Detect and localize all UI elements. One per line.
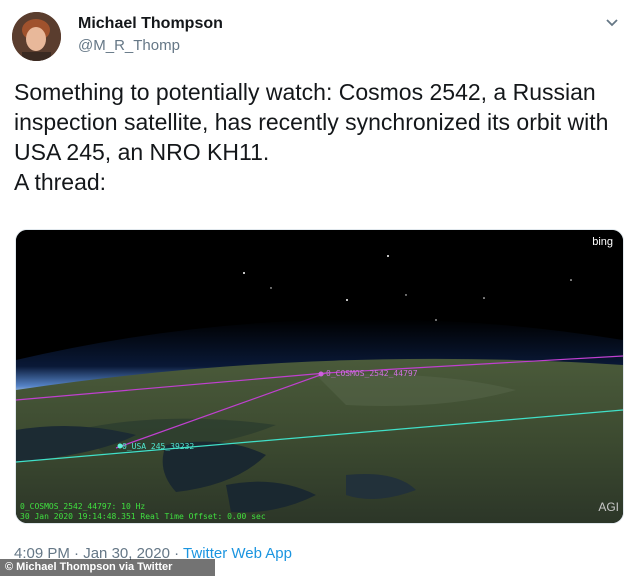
status-line-1: 0_COSMOS_2542_44797: 10 Hz bbox=[20, 502, 146, 511]
status-line-2: 30 Jan 2020 19:14:48.351 Real Time Offse… bbox=[20, 512, 266, 521]
bing-watermark: bing bbox=[592, 236, 613, 248]
usa-label: 0_USA_245_39232 bbox=[122, 442, 195, 451]
agi-logo: AGI bbox=[598, 500, 619, 514]
cosmos-label: 0_COSMOS_2542_44797 bbox=[326, 369, 418, 378]
tweet-media-image[interactable]: bing 0_COSMOS_2542_44797 0_USA_245_39232… bbox=[15, 229, 624, 524]
author-handle[interactable]: @M_R_Thomp bbox=[78, 37, 180, 54]
author-name[interactable]: Michael Thompson bbox=[78, 15, 223, 33]
tweet-text: Something to potentially watch: Cosmos 2… bbox=[14, 79, 609, 195]
chevron-down-icon[interactable] bbox=[604, 14, 620, 30]
photo-credit: © Michael Thompson via Twitter bbox=[0, 559, 215, 576]
avatar[interactable] bbox=[12, 12, 61, 61]
